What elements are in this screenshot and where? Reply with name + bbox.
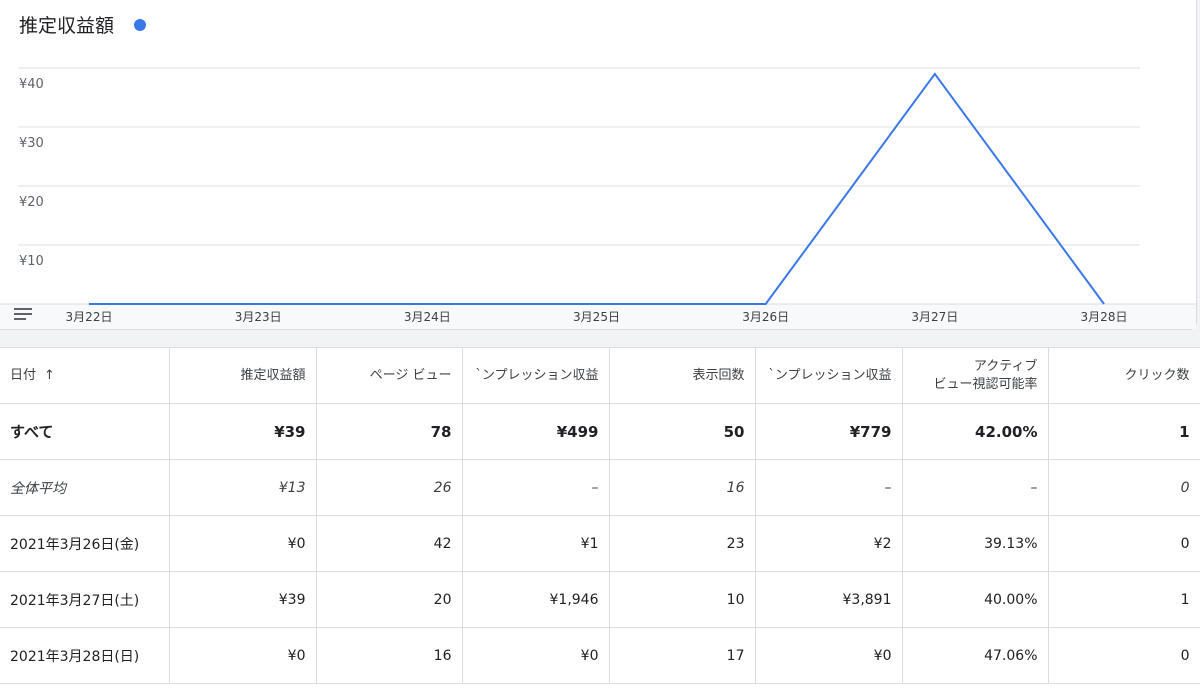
table-cell: ¥0	[168, 515, 317, 572]
table-cell: 2021年3月27日(土)	[0, 571, 170, 628]
chart-card: 推定収益額 ¥10 ¥20 ¥30 ¥40 3月22日 3月23日 3月24日 3月25日 3月…	[0, 0, 1197, 330]
table-cell: ¥0	[168, 627, 317, 684]
table-cell: 0	[1047, 459, 1200, 516]
table-cell: ¥39	[168, 571, 317, 628]
table-cell: 23	[608, 515, 756, 572]
table-cell: 42.00%	[901, 403, 1049, 460]
x-tick-label: 3月24日	[404, 310, 451, 324]
table-row: 2021年3月27日(土) ¥39 20 ¥1,946 10 ¥3,891 40.00% 1	[0, 571, 1200, 628]
x-tick-label: 3月25日	[573, 310, 620, 324]
table-cell: ¥0	[461, 627, 610, 684]
sort-ascending-icon[interactable]: ↑	[44, 368, 55, 383]
table-cell: 10	[608, 571, 756, 628]
table-cell: 2021年3月26日(金)	[0, 515, 170, 572]
table-cell: ¥13	[168, 459, 317, 516]
column-header-1[interactable]: 推定収益額	[168, 347, 317, 404]
x-tick-label: 3月27日	[911, 310, 958, 324]
table-cell: –	[901, 459, 1049, 516]
column-header-7[interactable]: クリック数	[1047, 347, 1200, 404]
y-tick-label: ¥10	[19, 254, 44, 269]
y-tick-label: ¥40	[19, 77, 44, 92]
table-cell: 40.00%	[901, 571, 1049, 628]
series-line	[89, 72, 1105, 305]
table-cell: 0	[1047, 627, 1200, 684]
table-cell: 2021年3月28日(日)	[0, 627, 170, 684]
table-cell: 47.06%	[901, 627, 1049, 684]
x-tick-label: 3月22日	[66, 310, 113, 324]
x-tick-label: 3月26日	[742, 310, 789, 324]
column-header-4[interactable]: 表示回数	[608, 347, 756, 404]
table-cell: 1	[1047, 571, 1200, 628]
table-cell: ¥499	[461, 403, 610, 460]
table-row: 2021年3月28日(日) ¥0 16 ¥0 17 ¥0 47.06% 0	[0, 627, 1200, 684]
chart-menu-icon[interactable]	[14, 308, 32, 322]
table-cell: –	[754, 459, 903, 516]
x-tick-label: 3月23日	[235, 310, 282, 324]
y-tick-label: ¥30	[19, 136, 44, 151]
table-row: 2021年3月26日(金) ¥0 42 ¥1 23 ¥2 39.13% 0	[0, 515, 1200, 572]
table-cell: 全体平均	[0, 459, 170, 516]
table-cell: 78	[315, 403, 463, 460]
column-header-0[interactable]: 日付 ↑	[0, 347, 170, 404]
table-cell: 50	[608, 403, 756, 460]
table-cell: 26	[315, 459, 463, 516]
table-cell: ¥39	[168, 403, 317, 460]
table-cell: 39.13%	[901, 515, 1049, 572]
table-cell: ¥1,946	[461, 571, 610, 628]
column-header-6[interactable]: アクティブ ビュー視認可能率	[901, 347, 1049, 404]
table-cell: 16	[315, 627, 463, 684]
table-cell: ¥2	[754, 515, 903, 572]
table-row: 全体平均 ¥13 26–16– –0	[0, 459, 1200, 516]
table-cell: すべて	[0, 403, 170, 460]
table-cell: ¥0	[754, 627, 903, 684]
table-cell: 42	[315, 515, 463, 572]
y-tick-label: ¥20	[19, 195, 44, 210]
revenue-line-chart: ¥10 ¥20 ¥30 ¥40 3月22日 3月23日 3月24日 3月25日 3月26日 3月2…	[0, 67, 1196, 329]
table-cell: 16	[608, 459, 756, 516]
table-cell: 1	[1047, 403, 1200, 460]
column-header-2[interactable]: ページ ビュー	[315, 347, 463, 404]
column-header-5[interactable]: `ンプレッション収益	[754, 347, 903, 404]
table-cell: 17	[608, 627, 756, 684]
table-cell: ¥779	[754, 403, 903, 460]
column-header-3[interactable]: `ンプレッション収益	[461, 347, 610, 404]
x-tick-label: 3月28日	[1081, 310, 1128, 324]
report-table: 日付 ↑ 推定収益額 ページ ビュー `ンプレッション収益 表示回数 `ンプレッション収益ア…	[0, 347, 1200, 692]
table-cell: 0	[1047, 515, 1200, 572]
table-cell: ¥3,891	[754, 571, 903, 628]
table-cell: –	[461, 459, 610, 516]
table-row: すべて ¥39 78 ¥499 50 ¥779 42.00% 1	[0, 403, 1200, 460]
table-header-row: 日付 ↑ 推定収益額 ページ ビュー `ンプレッション収益 表示回数 `ンプレッション収益ア…	[0, 347, 1200, 404]
table-cell: 20	[315, 571, 463, 628]
table-cell: ¥1	[461, 515, 610, 572]
